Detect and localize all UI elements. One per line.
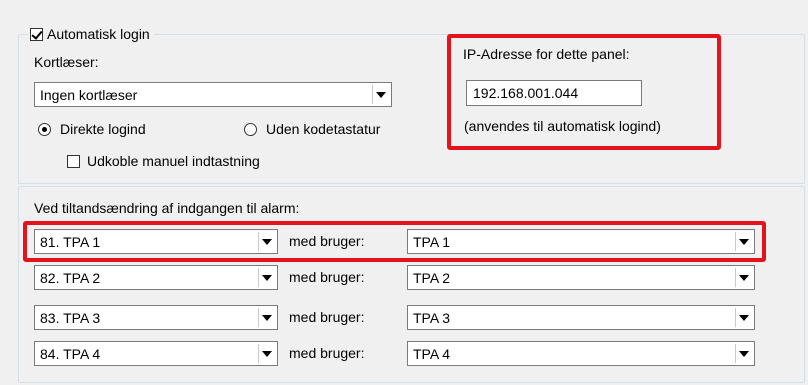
user-select-2[interactable]: TPA 2 [407, 265, 755, 290]
disable-manual-label: Udkoble manuel indtastning [87, 153, 260, 169]
radio-no-keypad-circle[interactable] [244, 122, 257, 136]
disable-manual-checkbox[interactable] [67, 154, 80, 168]
with-user-label-1: med bruger: [289, 233, 365, 249]
input-select-4-value: 84. TPA 4 [40, 346, 101, 362]
input-select-3-value: 83. TPA 3 [40, 310, 101, 326]
with-user-label-3: med bruger: [289, 309, 365, 325]
card-reader-label: Kortlæser: [34, 54, 99, 70]
with-user-label-2: med bruger: [289, 269, 365, 285]
user-select-4-value: TPA 4 [413, 346, 451, 362]
ip-note: (anvendes til automatisk logind) [464, 118, 661, 134]
radio-direct-login-label: Direkte logind [60, 121, 146, 137]
chevron-down-icon[interactable] [735, 268, 752, 287]
user-select-2-value: TPA 2 [413, 270, 451, 286]
input-select-1-value: 81. TPA 1 [40, 234, 101, 250]
with-user-label-4: med bruger: [289, 345, 365, 361]
input-select-1[interactable]: 81. TPA 1 [34, 229, 278, 254]
ip-label: IP-Adresse for dette panel: [463, 46, 630, 62]
chevron-down-icon[interactable] [735, 308, 752, 327]
chevron-down-icon[interactable] [258, 344, 275, 363]
radio-direct-login[interactable]: Direkte logind [38, 121, 146, 137]
auto-login-label: Automatisk login [47, 26, 150, 42]
user-select-4[interactable]: TPA 4 [407, 341, 755, 366]
input-select-2-value: 82. TPA 2 [40, 270, 101, 286]
alarm-heading: Ved tiltandsændring af indgangen til ala… [34, 200, 300, 216]
user-select-1[interactable]: TPA 1 [407, 229, 755, 254]
user-select-3-value: TPA 3 [413, 310, 451, 326]
chevron-down-icon[interactable] [735, 232, 752, 251]
card-reader-value: Ingen kortlæser [40, 87, 138, 103]
chevron-down-icon[interactable] [258, 232, 275, 251]
card-reader-select[interactable]: Ingen kortlæser [34, 82, 392, 107]
chevron-down-icon[interactable] [258, 308, 275, 327]
radio-no-keypad-label: Uden kodetastatur [266, 121, 381, 137]
user-select-1-value: TPA 1 [413, 234, 451, 250]
disable-manual-checkbox-row[interactable]: Udkoble manuel indtastning [67, 153, 260, 169]
auto-login-checkbox[interactable] [30, 27, 43, 41]
input-select-4[interactable]: 84. TPA 4 [34, 341, 278, 366]
chevron-down-icon[interactable] [372, 85, 389, 104]
radio-no-keypad[interactable]: Uden kodetastatur [244, 121, 380, 137]
auto-login-checkbox-row[interactable]: Automatisk login [28, 25, 154, 43]
ip-input[interactable]: 192.168.001.044 [466, 80, 642, 106]
radio-direct-login-circle[interactable] [38, 122, 51, 136]
chevron-down-icon[interactable] [258, 268, 275, 287]
input-select-3[interactable]: 83. TPA 3 [34, 305, 278, 330]
user-select-3[interactable]: TPA 3 [407, 305, 755, 330]
chevron-down-icon[interactable] [735, 344, 752, 363]
input-select-2[interactable]: 82. TPA 2 [34, 265, 278, 290]
